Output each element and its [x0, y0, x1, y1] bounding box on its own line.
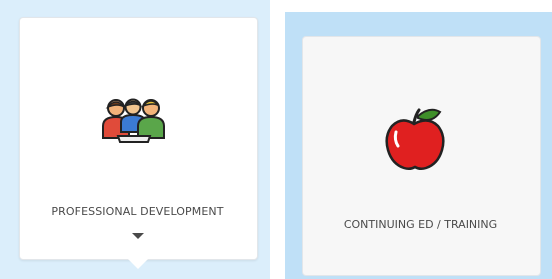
chevron-down-icon[interactable] [132, 233, 144, 239]
professional-development-label: PROFESSIONAL DEVELOPMENT [51, 205, 224, 218]
apple-icon [385, 108, 445, 171]
category-cards: PROFESSIONAL DEVELOPMENT CONTINUING ED /… [0, 0, 552, 279]
continuing-ed-label: CONTINUING ED / TRAINING [343, 218, 498, 231]
expanded-pointer [128, 259, 148, 269]
team-meeting-icon [102, 98, 165, 143]
